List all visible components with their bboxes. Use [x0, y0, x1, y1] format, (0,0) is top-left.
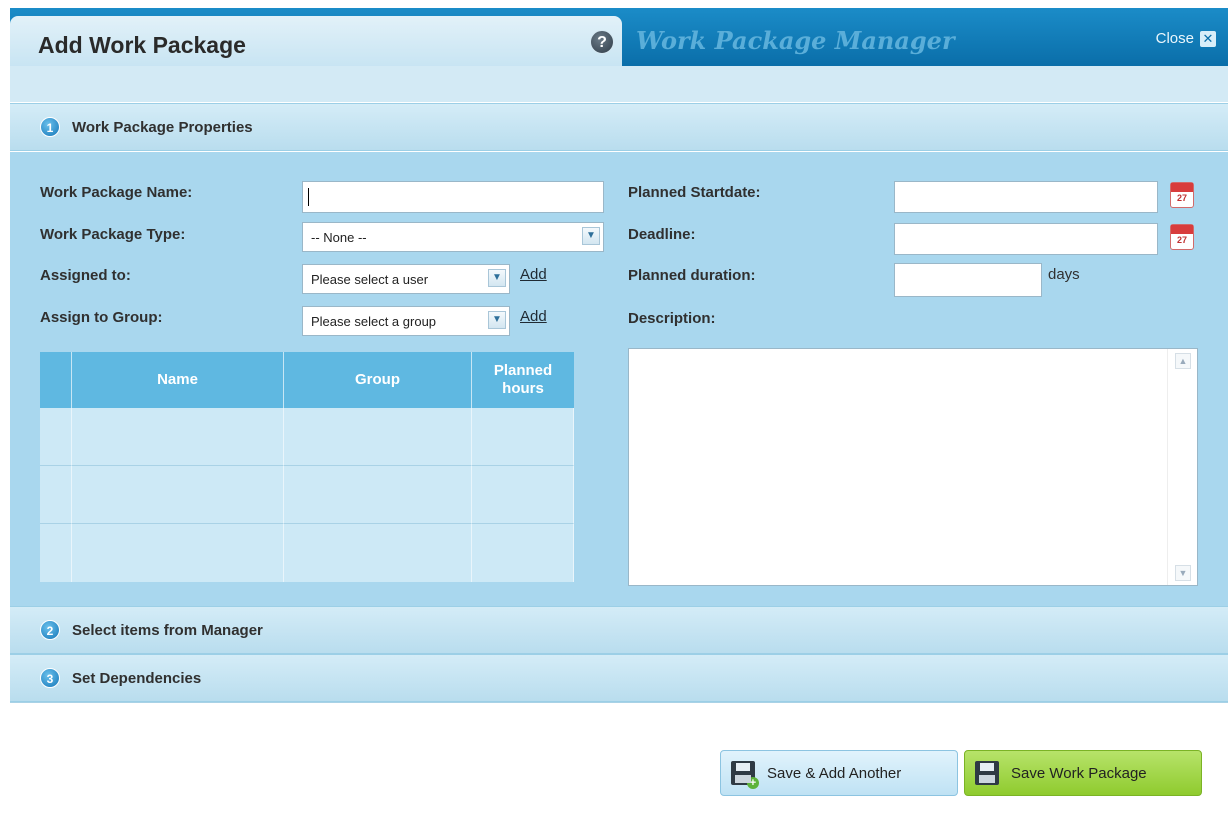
chevron-down-icon: ▼ [488, 269, 506, 287]
table-cell [40, 524, 72, 582]
save-add-icon: + [731, 761, 759, 789]
chevron-down-icon: ▼ [488, 311, 506, 329]
section-header-properties[interactable]: 1 Work Package Properties [10, 103, 1228, 151]
dialog-title: Add Work Package [38, 32, 246, 58]
table-cell [72, 408, 284, 466]
table-header-group[interactable]: Group [284, 352, 472, 408]
assign-group-select[interactable]: Please select a group ▼ [302, 306, 510, 336]
group-selected: Please select a group [311, 313, 437, 329]
table-cell [72, 524, 284, 582]
name-label: Work Package Name: [40, 184, 193, 201]
step-1-icon: 1 [40, 117, 60, 137]
assignees-table: Name Group Planned hours [40, 352, 574, 582]
add-group-link[interactable]: Add [520, 308, 547, 325]
scroll-up-icon[interactable]: ▲ [1175, 353, 1191, 369]
table-cell [472, 466, 574, 524]
assigned-user-select[interactable]: Please select a user ▼ [302, 264, 510, 294]
top-strip [0, 0, 1232, 8]
table-cell [40, 466, 72, 524]
sub-strip [10, 66, 1228, 102]
divider [10, 702, 1228, 703]
text-caret [308, 188, 309, 206]
type-selected: -- None -- [311, 229, 367, 245]
calendar-icon[interactable]: 27 [1170, 224, 1194, 250]
calendar-icon[interactable]: 27 [1170, 182, 1194, 208]
close-icon: ✕ [1200, 30, 1216, 47]
table-header-planned-hours[interactable]: Planned hours [472, 352, 574, 408]
assigned-selected: Please select a user [311, 271, 429, 287]
step-2-icon: 2 [40, 620, 60, 640]
table-cell [284, 524, 472, 582]
step-3-icon: 3 [40, 668, 60, 688]
planned-duration-input[interactable] [894, 263, 1042, 297]
table-cell [472, 408, 574, 466]
manager-title: Work Package Manager [636, 26, 955, 55]
planned-startdate-input[interactable] [894, 181, 1158, 213]
group-label: Assign to Group: [40, 309, 163, 326]
scrollbar[interactable]: ▲ ▼ [1167, 349, 1197, 585]
work-package-name-input[interactable] [302, 181, 604, 213]
section-header-select-items[interactable]: 2 Select items from Manager [10, 606, 1228, 654]
save-icon [975, 761, 999, 785]
button-label: Save & Add Another [767, 764, 902, 782]
table-cell [284, 408, 472, 466]
table-cell [472, 524, 574, 582]
section-header-dependencies[interactable]: 3 Set Dependencies [10, 654, 1228, 702]
assigned-label: Assigned to: [40, 267, 131, 284]
title-tab: Add Work Package ? [10, 16, 622, 72]
add-user-link[interactable]: Add [520, 266, 547, 283]
work-package-type-select[interactable]: -- None -- ▼ [302, 222, 604, 252]
table-cell [72, 466, 284, 524]
duration-unit: days [1048, 266, 1080, 283]
type-label: Work Package Type: [40, 226, 186, 243]
description-textarea[interactable]: ▲ ▼ [628, 348, 1198, 586]
table-cell [284, 466, 472, 524]
table-header-name[interactable]: Name [72, 352, 284, 408]
close-label: Close [1155, 30, 1194, 47]
close-button[interactable]: Close ✕ [1156, 30, 1216, 47]
save-add-another-button[interactable]: + Save & Add Another [720, 750, 958, 796]
button-label: Save Work Package [1011, 764, 1147, 782]
table-cell [40, 408, 72, 466]
startdate-label: Planned Startdate: [628, 184, 761, 201]
deadline-label: Deadline: [628, 226, 696, 243]
chevron-down-icon: ▼ [582, 227, 600, 245]
deadline-input[interactable] [894, 223, 1158, 255]
duration-label: Planned duration: [628, 267, 756, 284]
table-header-select [40, 352, 72, 408]
scroll-down-icon[interactable]: ▼ [1175, 565, 1191, 581]
section-label: Work Package Properties [72, 118, 253, 136]
save-work-package-button[interactable]: Save Work Package [964, 750, 1202, 796]
section-label: Set Dependencies [72, 669, 202, 687]
question-icon[interactable]: ? [590, 30, 614, 54]
description-label: Description: [628, 310, 716, 327]
section-label: Select items from Manager [72, 621, 263, 639]
